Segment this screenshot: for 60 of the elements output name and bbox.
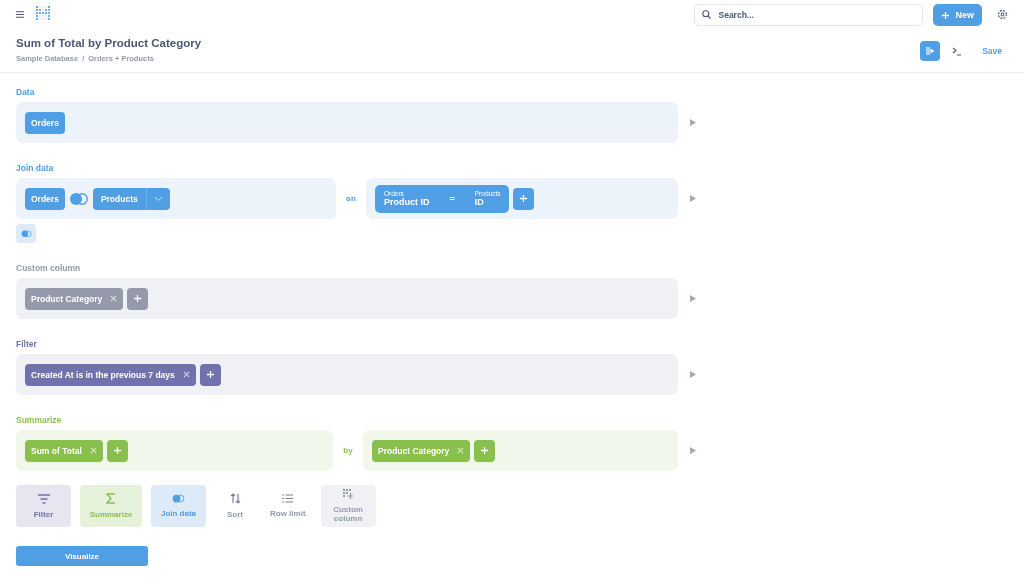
add-button[interactable] [474, 439, 496, 462]
add-button[interactable] [106, 439, 128, 462]
step-title: Join data [16, 162, 55, 175]
close-icon[interactable] [110, 295, 118, 302]
new-button[interactable]: New [933, 4, 982, 26]
menu-icon[interactable] [16, 10, 24, 18]
visualize-button[interactable]: Visualize [16, 546, 148, 566]
plus-icon [480, 446, 490, 455]
play-icon[interactable] [690, 195, 696, 202]
query-pill[interactable]: Product Category [25, 287, 124, 310]
list-icon [282, 494, 294, 503]
action-button[interactable]: Filter [16, 485, 71, 527]
on-label: on [345, 194, 357, 203]
plus-icon [205, 370, 215, 379]
query-pill[interactable]: Created At is in the previous 7 days [25, 363, 196, 386]
step-title: Data [16, 86, 36, 99]
play-icon[interactable] [690, 295, 696, 302]
notebook-icon [925, 47, 935, 55]
close-icon[interactable] [89, 447, 97, 454]
join-type-button[interactable] [16, 224, 36, 243]
join-icon [20, 229, 32, 238]
join-icon [172, 493, 185, 504]
step-title: Filter [16, 338, 38, 351]
terminal-icon[interactable] [952, 46, 963, 56]
search-icon [702, 10, 712, 19]
sort-icon [229, 493, 241, 504]
close-icon[interactable] [457, 447, 465, 454]
grid-plus-icon [343, 489, 354, 499]
add-button[interactable] [513, 187, 535, 210]
chevron-down-icon [153, 195, 163, 202]
step-title: Summarize [16, 414, 63, 427]
play-icon[interactable] [690, 447, 696, 454]
add-button[interactable] [127, 287, 149, 310]
query-pill[interactable]: Orders [25, 111, 65, 134]
close-icon[interactable] [182, 371, 190, 378]
logo-icon[interactable] [36, 6, 52, 22]
query-pill[interactable]: Product Category [372, 439, 471, 462]
action-button[interactable]: Join data [151, 485, 206, 527]
join-icon [68, 191, 89, 206]
plus-icon [112, 446, 122, 455]
add-button[interactable] [199, 363, 221, 386]
action-button[interactable]: Custom column [320, 485, 376, 527]
play-icon[interactable] [690, 119, 696, 126]
search-field[interactable]: Search... [694, 4, 924, 26]
step-title: Custom column [16, 262, 82, 275]
save-button[interactable]: Save [974, 46, 1008, 56]
table-picker[interactable]: Products [92, 187, 170, 210]
table-pill[interactable]: Orders [25, 187, 65, 210]
settings-icon[interactable] [997, 8, 1008, 20]
query-pill[interactable]: Sum of Total [25, 439, 103, 462]
by-label: by [342, 446, 354, 455]
plus-icon [941, 10, 951, 20]
play-icon[interactable] [690, 371, 696, 378]
question-title: Sum of Total by Product Category [16, 37, 202, 49]
action-button[interactable]: Summarize [80, 485, 142, 527]
filter-icon [37, 493, 50, 504]
plus-icon [133, 294, 143, 303]
sigma-icon [106, 493, 116, 504]
plus-icon [519, 194, 529, 203]
notebook-button[interactable] [920, 41, 941, 61]
